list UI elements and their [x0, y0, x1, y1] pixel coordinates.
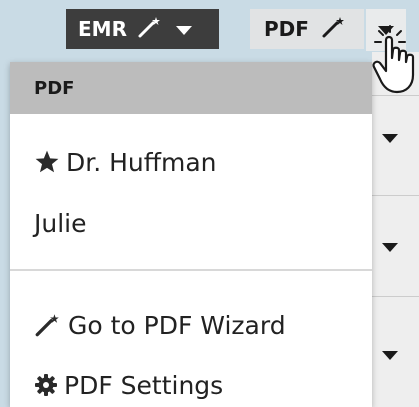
pdf-dropdown-menu: PDF Dr. Huffman Julie Go to PDF Wizard P… — [10, 62, 372, 407]
menu-item-label: Go to PDF Wizard — [68, 310, 286, 340]
table-row-divider — [372, 95, 419, 96]
row-caret-down-icon[interactable] — [381, 346, 399, 365]
star-icon — [34, 149, 60, 175]
pdf-dropdown-toggle[interactable] — [366, 9, 406, 51]
menu-item-label: PDF Settings — [64, 370, 224, 400]
magic-wand-icon — [34, 312, 62, 338]
menu-divider — [10, 269, 372, 271]
toolbar: EMR PDF — [0, 0, 419, 52]
menu-item-pdf-settings[interactable]: PDF Settings — [10, 360, 372, 407]
table-row-divider — [372, 296, 419, 297]
menu-item-label: Julie — [34, 208, 87, 238]
caret-down-icon — [377, 21, 395, 40]
table-row-divider — [372, 195, 419, 196]
pdf-button[interactable]: PDF — [250, 9, 364, 49]
magic-wand-icon — [137, 15, 163, 44]
pdf-button-label: PDF — [264, 17, 309, 41]
gear-icon — [34, 373, 58, 397]
row-caret-down-icon[interactable] — [381, 238, 399, 257]
menu-item-julie[interactable]: Julie — [10, 198, 372, 248]
menu-header: PDF — [10, 62, 372, 114]
emr-button-label: EMR — [78, 17, 127, 41]
emr-dropdown-button[interactable]: EMR — [66, 9, 219, 49]
row-caret-down-icon[interactable] — [381, 129, 399, 148]
menu-item-label: Dr. Huffman — [66, 147, 217, 177]
menu-item-dr-huffman[interactable]: Dr. Huffman — [10, 137, 372, 187]
menu-item-go-to-pdf-wizard[interactable]: Go to PDF Wizard — [10, 300, 372, 350]
app-root: EMR PDF PDF Dr. Huffman Julie Go to PDF … — [0, 0, 419, 407]
magic-wand-icon — [321, 15, 347, 44]
caret-down-icon — [175, 17, 193, 41]
